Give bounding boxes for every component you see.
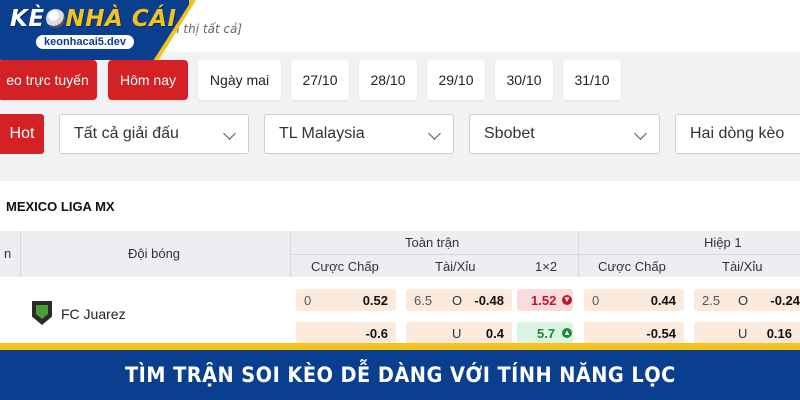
bookmaker-select-value: Sbobet [484,125,535,142]
odds-over-h1[interactable]: 2.5 O -0.24 [694,289,800,311]
col-header-over-under: Tài/Xỉu [435,259,476,274]
odds-1x2-home[interactable]: 1.52 ▼ [517,289,573,311]
odds-under-h1[interactable]: U 0.16 [694,322,800,344]
brand-name-part-1: KÈ [10,6,45,32]
odds-over[interactable]: 6.5 O -0.48 [406,289,512,311]
chevron-down-icon [428,127,441,140]
odds-under[interactable]: U 0.4 [406,322,512,344]
arrow-up-icon: ▲ [562,328,572,338]
chevron-down-icon [634,127,647,140]
chevron-down-icon [223,127,236,140]
search-hint[interactable]: n thị tất cả] [172,22,242,36]
tab-date-29-10[interactable]: 29/10 [427,60,485,100]
h1-handicap-line: 0 [592,292,600,308]
tv-select[interactable]: TL Malaysia [264,114,454,154]
odds-handicap-away[interactable]: -0.6 [296,322,396,344]
view-mode-select[interactable]: Hai dòng kèo [675,114,800,154]
h1-ou-line: 2.5 [702,292,721,308]
odds-1x2-away[interactable]: 5.7 ▲ [517,322,573,344]
h1-handicap-odds: -0.54 [646,325,676,341]
ou-odds: -0.48 [474,292,504,308]
caption-text: TÌM TRẬN SOI KÈO DỄ DÀNG VỚI TÍNH NĂNG L… [124,363,676,387]
h1-ou-side: U [738,325,748,341]
x12-odds: 1.52 [531,292,557,308]
bookmaker-select[interactable]: Sbobet [469,114,660,154]
tab-date-28-10[interactable]: 28/10 [359,60,417,100]
brand-domain: keonhacai5.dev [36,35,134,49]
ou-odds: 0.4 [485,325,504,341]
h1-ou-odds: 0.16 [766,325,792,341]
tv-select-value: TL Malaysia [279,125,365,142]
divider [290,254,800,255]
col-header-n: n [4,246,12,261]
col-group-first-half: Hiệp 1 [704,235,742,250]
x12-odds: 5.7 [537,325,556,341]
handicap-odds: 0.52 [362,292,388,308]
screenshot-stage: n thị tất cả] eo trực tuyến Hôm nay Ngày… [0,0,800,400]
tab-tomorrow[interactable]: Ngày mai [198,60,281,100]
caption-banner: TÌM TRẬN SOI KÈO DỄ DÀNG VỚI TÍNH NĂNG L… [0,350,800,400]
brand-logo-wordmark: KÈ NHÀ CÁI [10,6,177,32]
col-header-handicap: Cược Chấp [311,259,379,274]
league-title: MEXICO LIGA MX [0,181,800,231]
h1-ou-side: O [738,292,749,308]
hot-filter-button[interactable]: Hot [0,114,44,154]
league-select-value: Tất cả giải đấu [74,125,179,142]
col-group-full-match: Toàn trận [405,235,460,250]
ou-side: U [452,325,462,341]
brand-name-part-2: NHÀ CÁI [65,6,177,32]
tab-date-31-10[interactable]: 31/10 [563,60,621,100]
football-icon [45,9,65,28]
tab-date-27-10[interactable]: 27/10 [291,60,349,100]
col-header-over-under-h1: Tài/Xỉu [722,259,763,274]
view-mode-select-value: Hai dòng kèo [690,125,785,142]
handicap-odds: -0.6 [365,325,388,341]
handicap-line: 0 [304,292,312,308]
col-header-handicap-h1: Cược Chấp [598,259,666,274]
odds-handicap-home[interactable]: 0 0.52 [296,289,396,311]
h1-handicap-odds: 0.44 [650,292,676,308]
tab-date-30-10[interactable]: 30/10 [495,60,553,100]
team-name[interactable]: FC Juarez [61,306,126,322]
odds-handicap-h1-away[interactable]: -0.54 [584,322,684,344]
h1-ou-odds: -0.24 [770,292,800,308]
col-header-1x2: 1×2 [535,259,558,274]
tab-today[interactable]: Hôm nay [108,60,188,100]
tab-live-odds[interactable]: eo trực tuyến [0,60,97,100]
arrow-down-icon: ▼ [562,295,572,305]
ou-line: 6.5 [414,292,433,308]
ou-side: O [452,292,463,308]
col-header-team: Đội bóng [128,246,181,261]
league-select[interactable]: Tất cả giải đấu [59,114,249,154]
odds-handicap-h1-home[interactable]: 0 0.44 [584,289,684,311]
